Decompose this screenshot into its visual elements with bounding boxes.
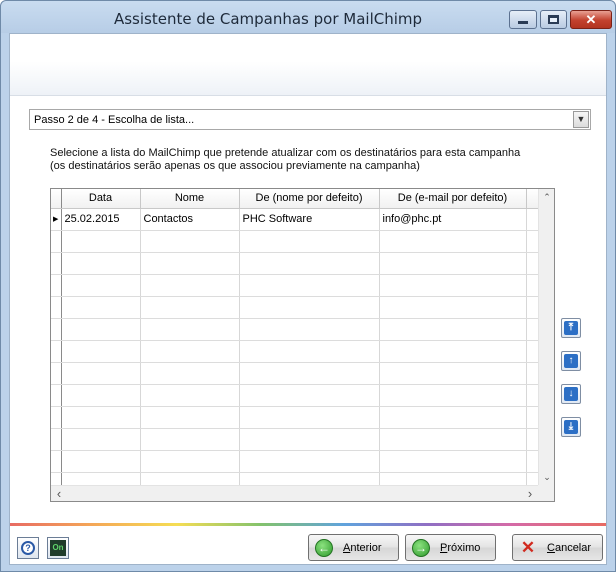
wizard-body: Passo 2 de 4 - Escolha de lista... ▼ Sel… — [9, 33, 607, 565]
cell-data[interactable]: 25.02.2015 — [61, 208, 141, 231]
move-top-icon: ⤒ — [564, 321, 578, 335]
close-icon: ✕ — [585, 12, 597, 27]
back-button-label: Anterior — [343, 541, 382, 554]
scroll-right-icon[interactable]: › — [522, 486, 538, 501]
title-bar[interactable]: Assistente de Campanhas por MailChimp ✕ — [1, 1, 615, 33]
on-button[interactable]: On — [47, 537, 69, 559]
table-row-empty[interactable] — [51, 384, 541, 407]
cancel-x-icon: ✕ — [520, 537, 536, 557]
column-header-nome[interactable]: Nome — [140, 189, 240, 209]
instructions-line-2: (os destinatários serão apenas os que as… — [50, 160, 420, 172]
scroll-left-icon[interactable]: ‹ — [51, 486, 67, 501]
table-row-empty[interactable] — [51, 428, 541, 451]
instructions: Selecione a lista do MailChimp que prete… — [50, 147, 520, 173]
step-dropdown[interactable]: Passo 2 de 4 - Escolha de lista... ▼ — [29, 109, 591, 130]
scroll-up-icon[interactable]: ⌃ — [539, 189, 554, 205]
footer-color-strip — [10, 523, 606, 526]
cell-de-nome[interactable]: PHC Software — [239, 208, 380, 231]
table-row-empty[interactable] — [51, 318, 541, 341]
next-button-label: Próximo — [440, 541, 481, 554]
header-band — [10, 34, 606, 96]
help-icon: ? — [21, 541, 35, 555]
vertical-scrollbar[interactable]: ⌃ ⌄ — [538, 189, 554, 485]
on-icon: On — [50, 540, 66, 556]
table-row-empty[interactable] — [51, 296, 541, 319]
instructions-line-1: Selecione a lista do MailChimp que prete… — [50, 147, 521, 159]
arrow-left-icon: ← — [315, 538, 333, 557]
wizard-window: Assistente de Campanhas por MailChimp ✕ … — [0, 0, 616, 572]
cancel-button-label: Cancelar — [547, 541, 592, 554]
close-button[interactable]: ✕ — [570, 10, 612, 29]
cancel-button[interactable]: ✕ Cancelar — [512, 534, 603, 561]
table-row-empty[interactable] — [51, 252, 541, 275]
move-bottom-icon: ⤓ — [564, 420, 578, 434]
minimize-button[interactable] — [509, 10, 537, 29]
move-up-icon: ↑ — [564, 354, 578, 368]
maximize-icon — [548, 15, 559, 24]
table-row-empty[interactable] — [51, 230, 541, 253]
move-top-button[interactable]: ⤒ — [561, 318, 581, 338]
table-row-empty[interactable] — [51, 274, 541, 297]
row-indicator-icon: ▶ — [51, 208, 62, 231]
table-row-empty[interactable] — [51, 450, 541, 473]
dropdown-arrow-icon[interactable]: ▼ — [573, 111, 589, 128]
cell-de-email[interactable]: info@phc.pt — [379, 208, 527, 231]
horizontal-scrollbar[interactable]: ‹ › — [51, 485, 538, 501]
row-indicator-header — [51, 189, 62, 209]
minimize-icon — [518, 21, 528, 24]
move-up-button[interactable]: ↑ — [561, 351, 581, 371]
window-title: Assistente de Campanhas por MailChimp — [113, 10, 423, 28]
arrow-right-icon: → — [412, 538, 430, 557]
table-row[interactable]: ▶ 25.02.2015 Contactos PHC Software info… — [51, 208, 541, 231]
scroll-corner — [538, 485, 554, 501]
cell-nome[interactable]: Contactos — [140, 208, 240, 231]
back-button[interactable]: ← Anterior — [308, 534, 399, 561]
scroll-down-icon[interactable]: ⌄ — [539, 469, 554, 485]
step-dropdown-value: Passo 2 de 4 - Escolha de lista... — [34, 114, 195, 126]
lists-grid[interactable]: Data Nome De (nome por defeito) De (e-ma… — [50, 188, 555, 502]
move-down-icon: ↓ — [564, 387, 578, 401]
move-down-button[interactable]: ↓ — [561, 384, 581, 404]
next-button[interactable]: → Próximo — [405, 534, 496, 561]
table-row-empty[interactable] — [51, 362, 541, 385]
column-header-de-nome[interactable]: De (nome por defeito) — [239, 189, 380, 209]
help-button[interactable]: ? — [17, 537, 39, 559]
column-header-de-email[interactable]: De (e-mail por defeito) — [379, 189, 527, 209]
table-row-empty[interactable] — [51, 406, 541, 429]
grid-header-row: Data Nome De (nome por defeito) De (e-ma… — [51, 189, 541, 209]
table-row-empty[interactable] — [51, 340, 541, 363]
move-bottom-button[interactable]: ⤓ — [561, 417, 581, 437]
column-header-data[interactable]: Data — [61, 189, 141, 209]
maximize-button[interactable] — [540, 10, 567, 29]
lists-table: Data Nome De (nome por defeito) De (e-ma… — [51, 189, 541, 495]
